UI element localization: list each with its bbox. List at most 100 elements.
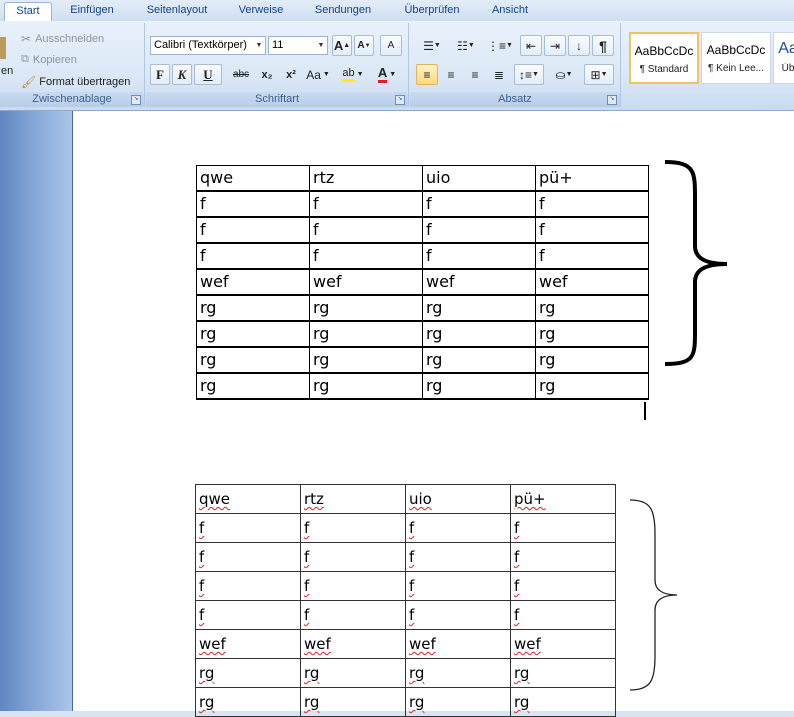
shrink-font-button[interactable]: A ▼ [354, 35, 374, 56]
table-cell[interactable]: f [195, 571, 301, 601]
table-cell[interactable]: rg [196, 372, 310, 400]
table-cell[interactable]: f [535, 216, 649, 244]
grow-font-button[interactable]: A ▲ [332, 35, 352, 56]
table-cell[interactable]: f [535, 242, 649, 270]
style-ueberschrift[interactable]: Aa Üb [773, 32, 794, 84]
table-cell[interactable]: rg [300, 687, 406, 717]
table-cell[interactable]: rg [309, 294, 423, 322]
tab-sendungen[interactable]: Sendungen [304, 2, 382, 21]
tab-ansicht[interactable]: Ansicht [482, 2, 538, 21]
table-cell[interactable]: f [422, 216, 536, 244]
cut-button[interactable]: ✂ Ausschneiden [20, 28, 120, 49]
table-cell[interactable]: wef [300, 629, 406, 659]
table-cell[interactable]: f [196, 216, 310, 244]
table-cell[interactable]: f [405, 600, 511, 630]
copy-button[interactable]: ⧉ Kopieren [20, 49, 120, 70]
table-2[interactable]: qwe rtz uio pü+ f f f f f f f f f f f f f f f f wef wef wef wef… [195, 484, 616, 717]
table-cell[interactable]: pü+ [535, 165, 649, 192]
table-cell[interactable]: rg [422, 320, 536, 348]
table-cell[interactable]: rg [309, 346, 423, 374]
table-cell[interactable]: wef [405, 629, 511, 659]
table-cell[interactable]: f [510, 571, 616, 601]
format-painter-button[interactable]: 🖌 Format übertragen [20, 71, 138, 92]
align-right-button[interactable]: ≡ [464, 64, 486, 85]
table-cell[interactable]: rg [309, 372, 423, 400]
table-cell[interactable]: f [422, 242, 536, 270]
italic-button[interactable]: K [172, 64, 192, 85]
clipboard-launcher-icon[interactable]: ↘ [131, 95, 141, 105]
table-cell[interactable]: wef [535, 268, 649, 296]
table-cell[interactable]: rg [196, 320, 310, 348]
table-cell[interactable]: rg [535, 346, 649, 374]
table-cell[interactable]: rtz [300, 484, 406, 514]
borders-button[interactable]: ⊞ ▼ [584, 64, 614, 85]
table-cell[interactable]: rg [196, 346, 310, 374]
table-cell[interactable]: qwe [196, 165, 310, 192]
table-cell[interactable]: rg [309, 320, 423, 348]
sort-button[interactable]: ↓ [568, 35, 590, 56]
subscript-button[interactable]: x₂ [256, 64, 278, 85]
table-1[interactable]: qwe rtz uio pü+ f f f f f f f f f f f f wef wef wef wef rg rg… [196, 165, 649, 400]
table-cell[interactable]: f [405, 571, 511, 601]
font-size-select[interactable]: 11 ▼ [268, 36, 328, 55]
table-cell[interactable]: f [309, 216, 423, 244]
shading-button[interactable]: ⛀ ▼ [548, 64, 580, 85]
strikethrough-button[interactable]: abc [228, 64, 254, 85]
table-cell[interactable]: f [535, 190, 649, 218]
table-cell[interactable]: f [195, 513, 301, 543]
table-cell[interactable]: rg [195, 687, 301, 717]
table-cell[interactable]: wef [422, 268, 536, 296]
decrease-indent-button[interactable]: ⇤ [520, 35, 542, 56]
table-cell[interactable]: rg [195, 658, 301, 688]
table-cell[interactable]: uio [405, 484, 511, 514]
table-cell[interactable]: rg [510, 658, 616, 688]
align-center-button[interactable]: ≡ [440, 64, 462, 85]
table-cell[interactable]: rg [422, 294, 536, 322]
table-cell[interactable]: f [405, 542, 511, 572]
paste-button[interactable]: en [0, 63, 16, 79]
change-case-button[interactable]: Aa ▼ [304, 64, 332, 85]
table-cell[interactable]: rg [535, 372, 649, 400]
tab-ueberpruefen[interactable]: Überprüfen [392, 2, 472, 21]
table-cell[interactable]: uio [422, 165, 536, 192]
table-cell[interactable]: f [309, 190, 423, 218]
table-cell[interactable]: f [196, 190, 310, 218]
bold-button[interactable]: F [150, 64, 170, 85]
table-cell[interactable]: f [195, 600, 301, 630]
table-cell[interactable]: wef [309, 268, 423, 296]
multilevel-list-button[interactable]: ⋮≡ ▼ [484, 35, 516, 56]
superscript-button[interactable]: x² [280, 64, 302, 85]
table-cell[interactable]: rg [422, 346, 536, 374]
tab-start[interactable]: Start [4, 2, 52, 22]
align-left-button[interactable]: ≡ [416, 64, 438, 85]
bullets-button[interactable]: ☰ ▼ [416, 35, 448, 56]
tab-verweise[interactable]: Verweise [228, 2, 294, 21]
table-cell[interactable]: pü+ [510, 484, 616, 514]
table-cell[interactable]: rg [535, 320, 649, 348]
paragraph-launcher-icon[interactable]: ↘ [607, 95, 617, 105]
show-formatting-button[interactable]: ¶ [592, 35, 614, 56]
table-cell[interactable]: f [300, 600, 406, 630]
curly-brace-1[interactable] [661, 158, 731, 368]
table-cell[interactable]: rg [405, 658, 511, 688]
table-cell[interactable]: wef [510, 629, 616, 659]
table-cell[interactable]: f [300, 571, 406, 601]
highlight-button[interactable]: ab ▼ [338, 64, 368, 85]
font-color-button[interactable]: A ▼ [372, 64, 402, 85]
tab-seitenlayout[interactable]: Seitenlayout [136, 2, 218, 21]
line-spacing-button[interactable]: ↕≡ ▼ [514, 64, 544, 85]
table-cell[interactable]: rg [405, 687, 511, 717]
table-cell[interactable]: f [405, 513, 511, 543]
table-cell[interactable]: f [195, 542, 301, 572]
curly-brace-2[interactable] [627, 498, 687, 692]
underline-button[interactable]: U [194, 64, 222, 85]
style-kein-leerraum[interactable]: AaBbCcDc ¶ Kein Lee... [701, 32, 771, 84]
table-cell[interactable]: wef [195, 629, 301, 659]
document-page[interactable]: qwe rtz uio pü+ f f f f f f f f f f f f wef wef wef wef rg rg… [72, 111, 794, 717]
clear-format-button[interactable]: A [380, 35, 402, 56]
table-cell[interactable]: f [309, 242, 423, 270]
style-standard[interactable]: AaBbCcDc ¶ Standard [629, 32, 699, 84]
table-cell[interactable]: f [510, 513, 616, 543]
table-cell[interactable]: rg [535, 294, 649, 322]
font-launcher-icon[interactable]: ↘ [395, 95, 405, 105]
